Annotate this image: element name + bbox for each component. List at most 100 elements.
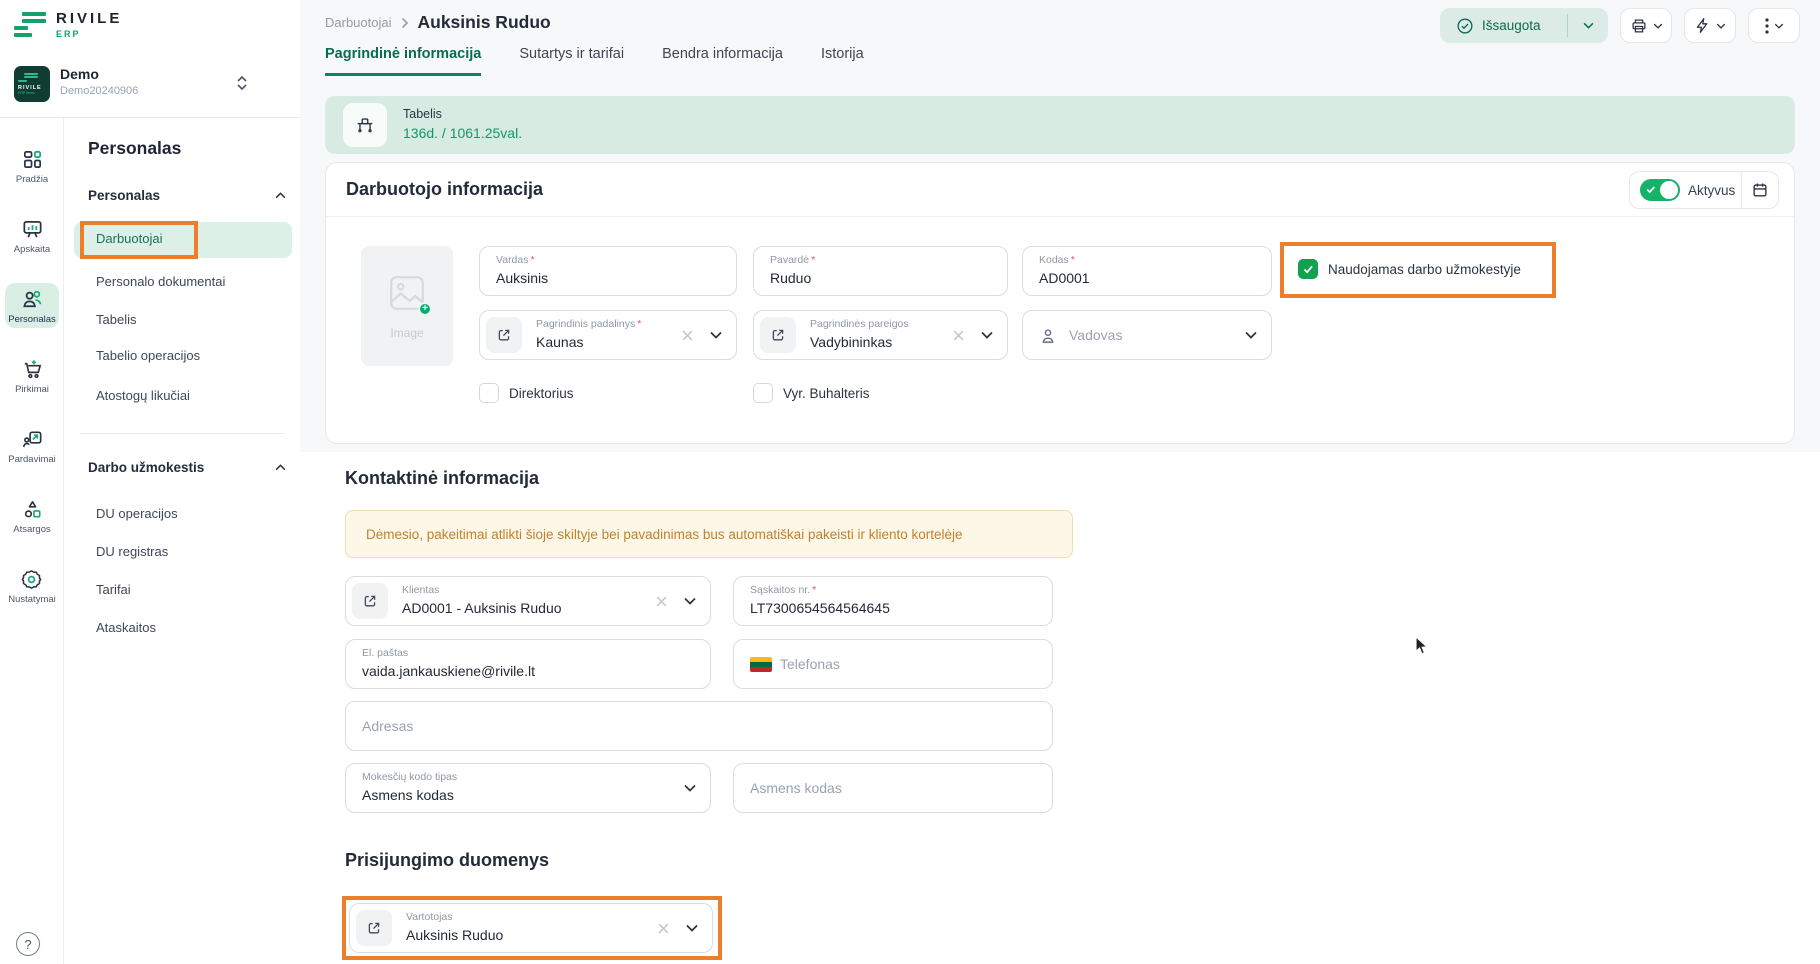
saskaitos-field[interactable]: Sąskaitos nr.* LT7300654564564645: [733, 576, 1053, 626]
home-grid-icon: [21, 148, 44, 171]
saved-dropdown[interactable]: [1568, 22, 1608, 29]
rail-item-apskaita[interactable]: Apskaita: [0, 200, 64, 270]
chevron-down-icon[interactable]: [686, 924, 698, 932]
section-title-contact: Kontaktinė informacija: [345, 468, 539, 489]
menu-item-atostogu-likuciai[interactable]: Atostogų likučiai: [96, 388, 190, 403]
clear-icon[interactable]: [681, 329, 694, 342]
pavarde-field[interactable]: Pavardė* Ruduo: [753, 246, 1008, 296]
chevron-down-icon[interactable]: [684, 784, 696, 792]
tab-bendra-informacija[interactable]: Bendra informacija: [662, 46, 783, 76]
payroll-checkbox-row[interactable]: Naudojamas darbo užmokestyje: [1298, 259, 1521, 279]
banner-value: 136d. / 1061.25val.: [403, 125, 522, 141]
tab-istorija[interactable]: Istorija: [821, 46, 864, 76]
company-logo: RIVILE ERP demo: [14, 66, 50, 102]
active-label: Aktyvus: [1688, 183, 1741, 198]
chevron-down-icon[interactable]: [981, 331, 993, 339]
app-logo: RIVILE ERP: [14, 10, 122, 40]
calendar-icon[interactable]: [1742, 181, 1778, 199]
tab-sutartys-ir-tarifai[interactable]: Sutartys ir tarifai: [519, 46, 624, 76]
chevron-down-icon: [1653, 23, 1663, 29]
breadcrumb-parent[interactable]: Darbuotojai: [325, 15, 392, 30]
direktorius-checkbox-row[interactable]: Direktorius: [479, 383, 574, 403]
chevron-down-icon[interactable]: [684, 597, 696, 605]
rail-item-pradzia[interactable]: Pradžia: [0, 130, 64, 200]
lithuania-flag-icon[interactable]: [750, 657, 772, 672]
rail-item-personalas[interactable]: Personalas: [0, 270, 64, 340]
print-button[interactable]: [1620, 8, 1672, 43]
lower-section: Kontaktinė informacija Dėmesio, pakeitim…: [300, 452, 1820, 964]
automation-button[interactable]: [1684, 8, 1736, 43]
tabelis-banner[interactable]: Tabelis 136d. / 1061.25val.: [325, 96, 1795, 154]
external-link-icon[interactable]: [356, 910, 392, 946]
lightning-icon: [1694, 17, 1711, 34]
warning-banner: Dėmesio, pakeitimai atlikti šioje skilty…: [345, 510, 1073, 558]
chevron-up-icon: [275, 192, 286, 199]
tab-bar: Pagrindinė informacija Sutartys ir tarif…: [325, 46, 864, 76]
saved-split-button[interactable]: Išsaugota: [1440, 8, 1608, 43]
rail-item-atsargos[interactable]: Atsargos: [0, 480, 64, 550]
chevron-down-icon[interactable]: [1245, 331, 1257, 339]
pareigos-select[interactable]: Pagrindinės pareigos Vadybininkas: [753, 310, 1008, 360]
active-control: Aktyvus: [1629, 171, 1779, 209]
chevron-down-icon: [1716, 23, 1726, 29]
padalinys-select[interactable]: Pagrindinis padalinys* Kaunas: [479, 310, 737, 360]
vardas-field[interactable]: Vardas* Auksinis: [479, 246, 737, 296]
tab-pagrindine-informacija[interactable]: Pagrindinė informacija: [325, 46, 481, 76]
shapes-icon: [21, 498, 44, 521]
rail-item-nustatymai[interactable]: Nustatymai: [0, 550, 64, 620]
menu-item-tarifai[interactable]: Tarifai: [96, 582, 131, 597]
telefonas-field[interactable]: Telefonas: [733, 639, 1053, 689]
chevron-down-icon[interactable]: [710, 331, 722, 339]
menu-item-darbuotojai[interactable]: Darbuotojai: [96, 231, 163, 246]
menu-group-darbo-uzmokestis[interactable]: Darbo užmokestis: [88, 460, 286, 475]
help-button[interactable]: ?: [16, 932, 40, 956]
company-select-icon[interactable]: [236, 74, 248, 92]
mokesciu-select[interactable]: Mokesčių kodo tipas Asmens kodas: [345, 763, 711, 813]
menu-title: Personalas: [88, 138, 181, 159]
external-link-icon[interactable]: [486, 317, 522, 353]
breadcrumb: Darbuotojai Auksinis Ruduo: [325, 12, 551, 33]
buhalteris-checkbox[interactable]: [753, 383, 773, 403]
section-title-employee: Darbuotojo informacija: [346, 179, 543, 200]
more-menu-button[interactable]: [1748, 8, 1800, 43]
payroll-checkbox[interactable]: [1298, 259, 1318, 279]
menu-item-personalo-dokumentai[interactable]: Personalo dokumentai: [96, 274, 225, 289]
gear-icon: [20, 568, 43, 591]
left-header: RIVILE ERP RIVILE ERP demo Demo Demo2024…: [0, 0, 300, 118]
asmens-kodas-field[interactable]: Asmens kodas: [733, 763, 1053, 813]
table-icon: [343, 103, 387, 147]
clear-icon[interactable]: [657, 922, 670, 935]
company-name: Demo: [60, 66, 99, 82]
company-code: Demo20240906: [60, 85, 138, 97]
el-pastas-field[interactable]: El. paštas vaida.jankauskiene@rivile.lt: [345, 639, 711, 689]
saved-label: Išsaugota: [1482, 18, 1541, 33]
card-header: Darbuotojo informacija Aktyvus: [326, 163, 1794, 217]
buhalteris-checkbox-row[interactable]: Vyr. Buhalteris: [753, 383, 870, 403]
clear-icon[interactable]: [952, 329, 965, 342]
menu-item-du-operacijos[interactable]: DU operacijos: [96, 506, 178, 521]
klientas-select[interactable]: Klientas AD0001 - Auksinis Ruduo: [345, 576, 711, 626]
external-link-icon[interactable]: [352, 583, 388, 619]
menu-item-ataskaitos[interactable]: Ataskaitos: [96, 620, 156, 635]
active-toggle[interactable]: [1640, 179, 1680, 201]
vadovas-select[interactable]: Vadovas: [1022, 310, 1272, 360]
people-icon: [21, 288, 44, 311]
external-link-icon[interactable]: [760, 317, 796, 353]
brand-sub: ERP: [56, 29, 122, 39]
kodas-field[interactable]: Kodas* AD0001: [1022, 246, 1272, 296]
employee-image-upload[interactable]: + Image: [361, 246, 453, 366]
section-menu: Personalas Personalas Darbuotojai Person…: [64, 118, 300, 964]
rail-item-pardavimai[interactable]: Pardavimai: [0, 410, 64, 480]
menu-item-tabelis[interactable]: Tabelis: [96, 312, 136, 327]
adresas-field[interactable]: Adresas: [345, 701, 1053, 751]
chevron-down-icon: [1774, 23, 1784, 29]
clear-icon[interactable]: [655, 595, 668, 608]
add-photo-icon: +: [418, 302, 432, 316]
vartotojas-select[interactable]: Vartotojas Auksinis Ruduo: [349, 903, 713, 953]
menu-item-tabelio-operacijos[interactable]: Tabelio operacijos: [96, 348, 200, 363]
menu-item-du-registras[interactable]: DU registras: [96, 544, 168, 559]
printer-icon: [1630, 17, 1648, 35]
rail-item-pirkimai[interactable]: Pirkimai: [0, 340, 64, 410]
direktorius-checkbox[interactable]: [479, 383, 499, 403]
menu-group-personalas[interactable]: Personalas: [88, 188, 286, 203]
